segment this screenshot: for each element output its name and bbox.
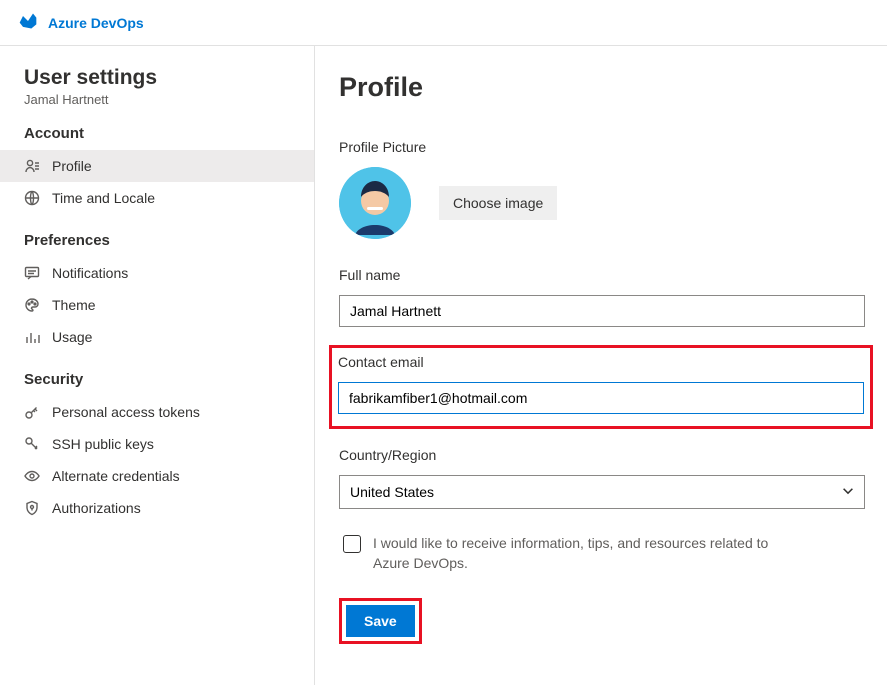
sidebar-item-label: SSH public keys xyxy=(52,436,154,452)
profile-picture-label: Profile Picture xyxy=(339,139,865,155)
sidebar-item-authz[interactable]: Authorizations xyxy=(0,492,314,524)
avatar xyxy=(339,167,411,239)
full-name-label: Full name xyxy=(339,267,865,283)
sidebar-item-theme[interactable]: Theme xyxy=(0,289,314,321)
section-preferences: Preferences xyxy=(24,232,314,249)
highlight-contact-email: Contact email xyxy=(329,345,873,429)
chat-icon xyxy=(24,265,40,281)
sidebar-item-label: Alternate credentials xyxy=(52,468,180,484)
country-label: Country/Region xyxy=(339,447,865,463)
sidebar-item-pat[interactable]: Personal access tokens xyxy=(0,396,314,428)
top-bar: Azure DevOps xyxy=(0,0,887,46)
sidebar-item-label: Usage xyxy=(52,329,92,345)
optin-checkbox[interactable] xyxy=(343,535,361,553)
eye-icon xyxy=(24,468,40,484)
contact-email-input[interactable] xyxy=(338,382,864,414)
sidebar-title: User settings xyxy=(24,66,314,90)
contact-email-label: Contact email xyxy=(338,354,864,370)
sidebar: User settings Jamal Hartnett Account Pro… xyxy=(0,46,315,685)
choose-image-button[interactable]: Choose image xyxy=(439,186,557,220)
brand-label[interactable]: Azure DevOps xyxy=(48,15,144,31)
sidebar-item-label: Authorizations xyxy=(52,500,141,516)
highlight-save: Save xyxy=(339,598,422,644)
sidebar-item-label: Notifications xyxy=(52,265,128,281)
bars-icon xyxy=(24,329,40,345)
sidebar-item-label: Theme xyxy=(52,297,96,313)
save-button[interactable]: Save xyxy=(346,605,415,637)
sidebar-item-alt-creds[interactable]: Alternate credentials xyxy=(0,460,314,492)
key-icon xyxy=(24,404,40,420)
country-select[interactable]: United States xyxy=(339,475,865,509)
azure-devops-logo-icon xyxy=(18,11,38,34)
sidebar-item-profile[interactable]: Profile xyxy=(0,150,314,182)
section-security: Security xyxy=(24,371,314,388)
sidebar-item-notifications[interactable]: Notifications xyxy=(0,257,314,289)
sidebar-item-ssh[interactable]: SSH public keys xyxy=(0,428,314,460)
section-account: Account xyxy=(24,125,314,142)
globe-icon xyxy=(24,190,40,206)
sidebar-item-label: Profile xyxy=(52,158,92,174)
lock-key-icon xyxy=(24,436,40,452)
main-content: Profile Profile Picture Choose image Ful… xyxy=(315,46,887,685)
sidebar-username: Jamal Hartnett xyxy=(24,92,314,107)
shield-icon xyxy=(24,500,40,516)
optin-label: I would like to receive information, tip… xyxy=(373,533,773,574)
person-icon xyxy=(24,158,40,174)
sidebar-item-usage[interactable]: Usage xyxy=(0,321,314,353)
sidebar-item-time-locale[interactable]: Time and Locale xyxy=(0,182,314,214)
sidebar-item-label: Personal access tokens xyxy=(52,404,200,420)
full-name-input[interactable] xyxy=(339,295,865,327)
palette-icon xyxy=(24,297,40,313)
page-title: Profile xyxy=(339,72,865,103)
sidebar-item-label: Time and Locale xyxy=(52,190,155,206)
